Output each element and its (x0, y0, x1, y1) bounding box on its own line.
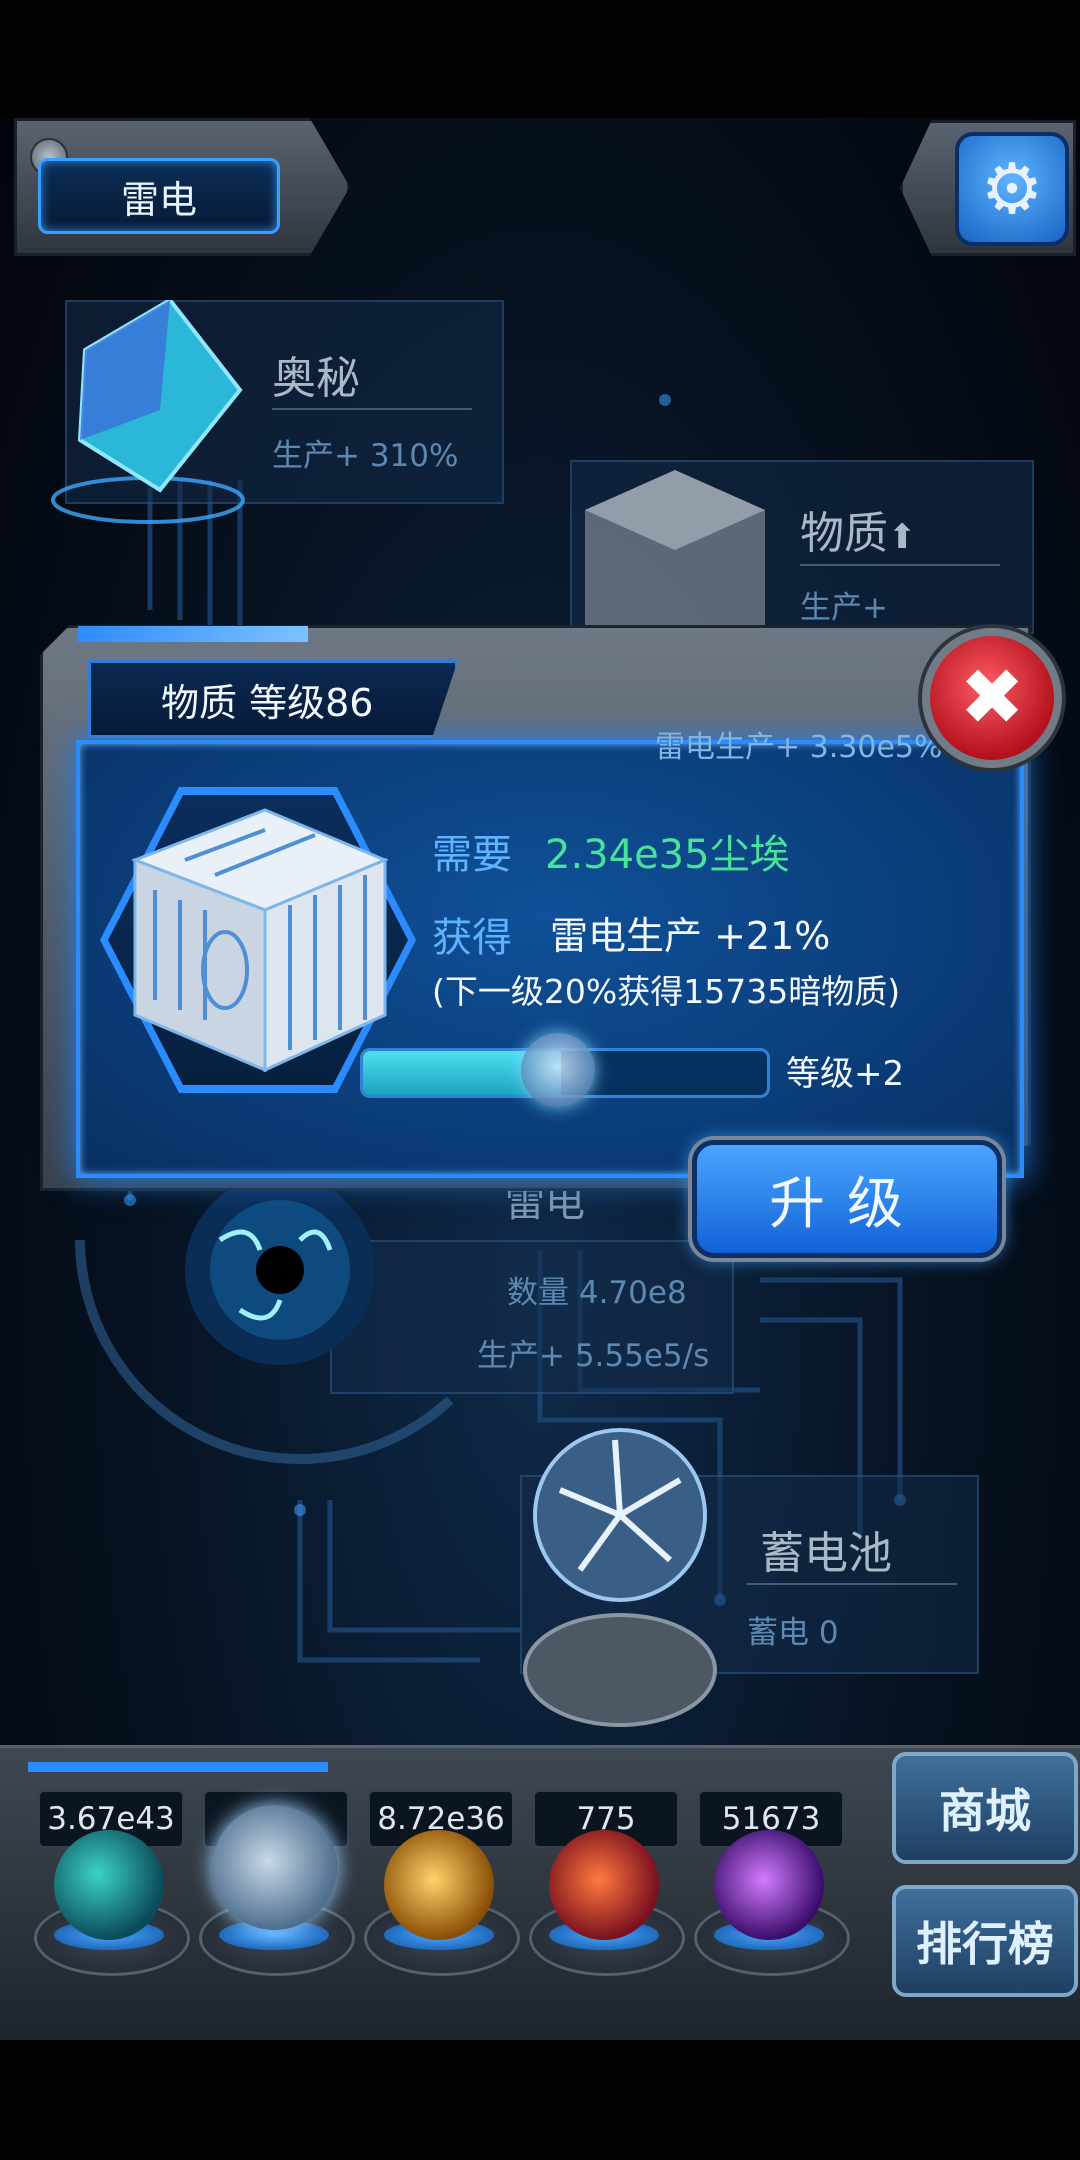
crystal-icon (51, 300, 245, 524)
close-button[interactable]: ✖ (922, 628, 1062, 768)
divider (272, 408, 472, 410)
galaxy-orb-icon[interactable] (384, 1830, 494, 1940)
card-matter-title: 物质⬆ (800, 508, 917, 559)
next-level-note: (下一级20%获得15735暗物质) (432, 972, 901, 1011)
gain-value: 雷电生产 +21% (550, 914, 831, 958)
card-mystery-stat: 生产+ 310% (272, 438, 459, 474)
card-thunder-count: 数量 4.70e8 (507, 1275, 687, 1311)
vortex-orb-icon[interactable] (714, 1830, 824, 1940)
atom-orb-icon[interactable] (54, 1830, 164, 1940)
card-mystery-title: 奥秘 (272, 353, 360, 404)
modal-title: 物质 等级86 (88, 660, 458, 738)
gear-icon: ⚙ (980, 148, 1044, 230)
gain-label: 获得 (432, 915, 512, 961)
divider (747, 1583, 957, 1585)
settings-button[interactable]: ⚙ (955, 132, 1069, 246)
page-title: 雷电 (38, 158, 280, 234)
card-battery-stat: 蓄电 0 (747, 1615, 839, 1651)
modal-top-strip (78, 626, 308, 642)
need-label: 需要 (432, 832, 512, 878)
modal-subline: 雷电生产+ 3.30e5% (655, 730, 943, 765)
bottom-letterbox (0, 2040, 1080, 2160)
cube-icon (130, 808, 389, 1073)
level-slider-handle[interactable] (520, 1033, 595, 1107)
card-battery-title: 蓄电池 (760, 1528, 892, 1579)
bottom-strip (28, 1762, 328, 1772)
upgrade-button[interactable]: 升级 (692, 1140, 1002, 1258)
plasma-orb-icon (523, 1428, 717, 1727)
need-value: 2.34e35尘埃 (545, 832, 790, 878)
lightning-orb-icon[interactable] (212, 1805, 337, 1930)
network-orb-icon[interactable] (549, 1830, 659, 1940)
shop-button[interactable]: 商城 (892, 1752, 1078, 1864)
black-hole-icon (185, 1175, 375, 1365)
leaderboard-button[interactable]: 排行榜 (892, 1885, 1078, 1997)
close-icon: ✖ (959, 653, 1025, 743)
cube-icon (585, 470, 765, 640)
arrow-up-icon: ⬆ (888, 517, 917, 557)
card-thunder-production: 生产+ 5.55e5/s (477, 1338, 710, 1374)
level-increment: 等级+2 (786, 1054, 905, 1094)
top-letterbox (0, 0, 1080, 118)
divider (800, 564, 1000, 566)
